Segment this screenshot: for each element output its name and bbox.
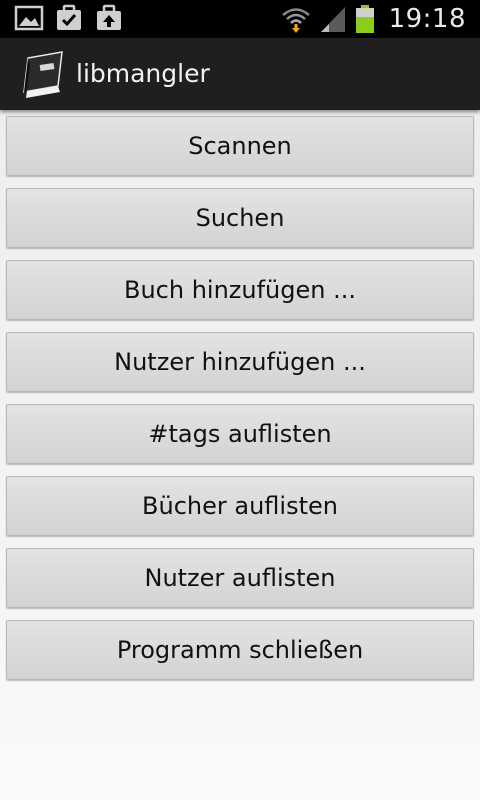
app-title: libmangler [76, 59, 210, 88]
scannen-button[interactable]: Scannen [6, 116, 474, 176]
system-icons: 19:18 [281, 0, 466, 38]
main-menu: Scannen Suchen Buch hinzufügen ... Nutze… [6, 116, 474, 692]
tags-auflisten-button[interactable]: #tags auflisten [6, 404, 474, 464]
clipboard-check-icon [57, 4, 81, 30]
buch-hinzufuegen-button[interactable]: Buch hinzufügen ... [6, 260, 474, 320]
programm-schliessen-button[interactable]: Programm schließen [6, 620, 474, 680]
notification-icons [14, 4, 124, 32]
book-icon[interactable] [18, 50, 68, 100]
suchen-button[interactable]: Suchen [6, 188, 474, 248]
signal-icon [320, 7, 345, 32]
nutzer-auflisten-button[interactable]: Nutzer auflisten [6, 548, 474, 608]
image-icon [14, 5, 44, 31]
briefcase-upload-icon [97, 4, 121, 30]
status-clock: 19:18 [388, 4, 466, 34]
nutzer-hinzufuegen-button[interactable]: Nutzer hinzufügen ... [6, 332, 474, 392]
battery-icon [355, 5, 374, 33]
wifi-icon [281, 8, 310, 33]
buecher-auflisten-button[interactable]: Bücher auflisten [6, 476, 474, 536]
action-bar: libmangler [0, 38, 480, 110]
status-bar: 19:18 [0, 0, 480, 38]
